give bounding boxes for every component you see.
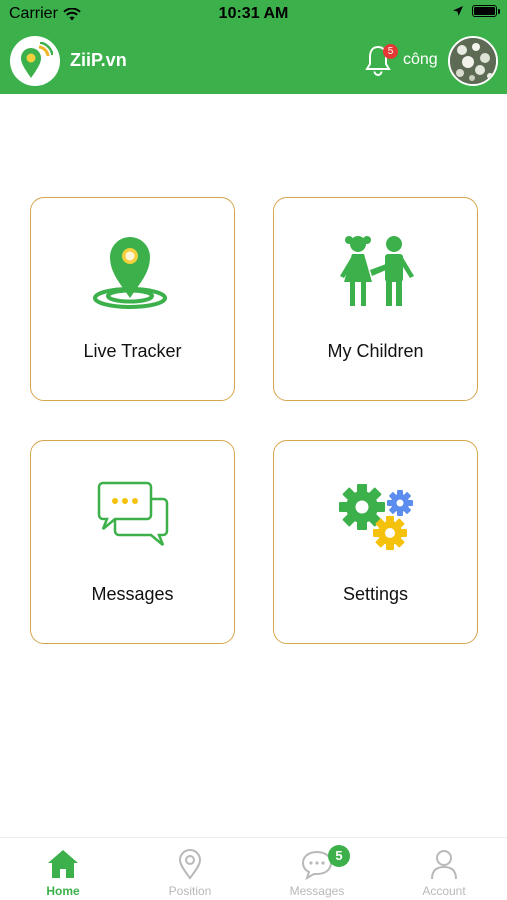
battery-icon bbox=[472, 5, 500, 17]
location-pin-icon bbox=[178, 849, 202, 880]
username[interactable]: công bbox=[403, 51, 438, 69]
header: Carrier 10:31 AM ZiiP.vn 5 công bbox=[0, 0, 507, 94]
ziip-logo-icon bbox=[21, 42, 53, 78]
nav-position[interactable]: Position bbox=[127, 838, 253, 900]
settings-tile[interactable]: Settings bbox=[273, 440, 478, 644]
messages-tile[interactable]: Messages bbox=[30, 440, 235, 644]
nav-account[interactable]: Account bbox=[381, 838, 507, 900]
status-right bbox=[452, 5, 500, 17]
tile-label: Messages bbox=[91, 584, 174, 604]
home-icon bbox=[48, 850, 78, 878]
nav-label: Position bbox=[168, 884, 212, 898]
brand-name[interactable]: ZiiP.vn bbox=[70, 50, 127, 71]
nav-label: Messages bbox=[289, 884, 345, 898]
notification-badge: 5 bbox=[383, 44, 398, 59]
tile-label: My Children bbox=[327, 341, 424, 361]
chat-bubbles-icon bbox=[97, 481, 168, 546]
user-icon bbox=[431, 850, 457, 880]
live-tracker-tile[interactable]: Live Tracker bbox=[30, 197, 235, 401]
tile-label: Settings bbox=[342, 584, 409, 604]
nav-home[interactable]: Home bbox=[0, 838, 126, 900]
avatar-image bbox=[450, 38, 496, 84]
location-tracker-icon bbox=[92, 237, 167, 309]
app-bar: ZiiP.vn 5 công bbox=[0, 34, 507, 90]
nav-label: Account bbox=[422, 884, 466, 898]
nav-label: Home bbox=[46, 884, 80, 898]
nav-messages[interactable]: 5 Messages bbox=[254, 838, 380, 900]
bottom-nav: Home Position 5 Messages Account bbox=[0, 837, 507, 900]
app-logo[interactable] bbox=[10, 36, 60, 86]
tile-label: Live Tracker bbox=[83, 341, 182, 361]
location-arrow-icon bbox=[453, 6, 463, 16]
status-bar: Carrier 10:31 AM bbox=[0, 0, 507, 28]
my-children-tile[interactable]: My Children bbox=[273, 197, 478, 401]
gears-icon bbox=[338, 484, 413, 550]
children-icon bbox=[339, 236, 414, 306]
messages-badge: 5 bbox=[328, 845, 350, 867]
clock: 10:31 AM bbox=[218, 5, 289, 22]
home-screen: Carrier 10:31 AM ZiiP.vn 5 công Live Tra… bbox=[0, 0, 507, 900]
avatar[interactable] bbox=[448, 36, 498, 86]
